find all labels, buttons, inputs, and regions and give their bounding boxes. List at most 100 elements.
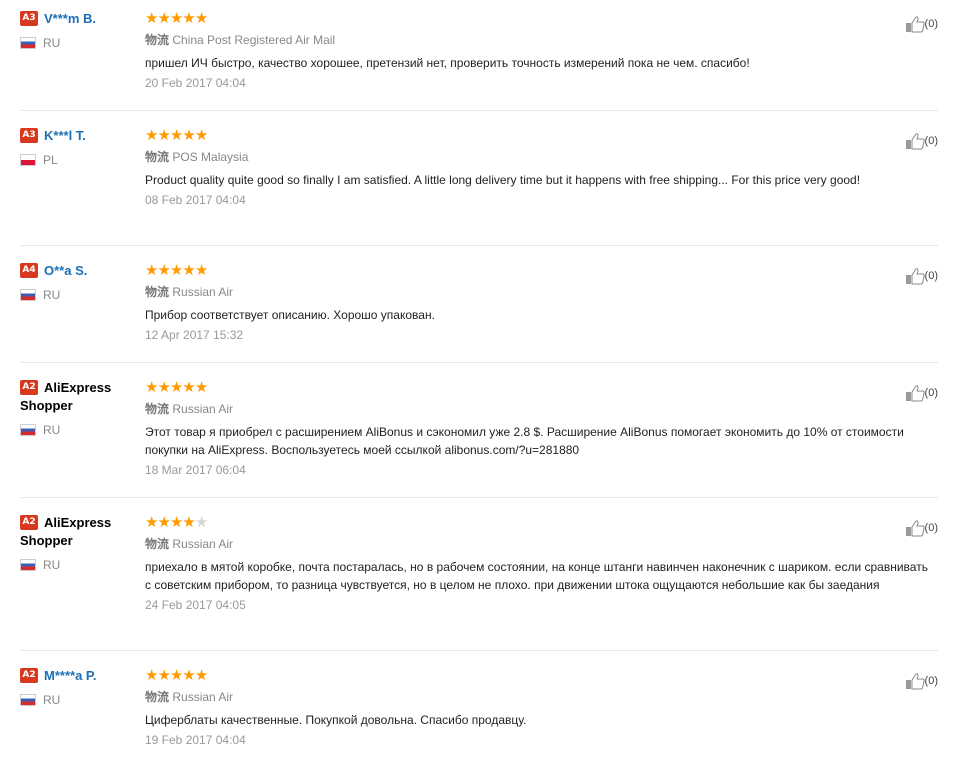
country-code: RU	[43, 35, 61, 50]
star-filled-icon: ★	[157, 126, 171, 144]
review-body: ★★★★★ 物流 Russian Air Прибор соответствуе…	[145, 262, 935, 343]
buyer-level-badge: A2	[20, 668, 38, 683]
review-body: ★★★★★ 物流 Russian Air Этот товар я приобр…	[145, 378, 935, 478]
star-filled-icon: ★	[182, 9, 196, 27]
logistics-label: 物流	[145, 402, 170, 416]
review-date: 24 Feb 2017 04:05	[145, 598, 246, 612]
star-rating: ★★★★★	[145, 262, 935, 278]
buyer-level-badge: A3	[20, 11, 38, 26]
star-filled-icon: ★	[157, 9, 171, 27]
star-filled-icon: ★	[145, 666, 159, 684]
review-item: A3 V***m B. RU ★★★★★ 物流 China Post Regist…	[20, 10, 938, 111]
reviewer-info: A3 K***l T. PL	[20, 127, 138, 167]
country-code: RU	[43, 557, 61, 572]
helpful-count: (0)	[924, 521, 938, 534]
review-text: Product quality quite good so finally I …	[145, 173, 861, 187]
helpful-count: (0)	[924, 269, 938, 282]
country-code: RU	[43, 422, 61, 437]
helpful-button[interactable]: (0)	[905, 267, 938, 285]
review-text: пришел ИЧ быстро, качество хорошее, прет…	[145, 56, 750, 70]
review-text: приехало в мятой коробке, почта постарал…	[145, 560, 928, 592]
star-filled-icon: ★	[145, 513, 159, 531]
reviewer-country: RU	[20, 34, 138, 50]
star-filled-icon: ★	[194, 378, 209, 396]
star-rating: ★★★★★	[145, 514, 935, 530]
star-filled-icon: ★	[169, 513, 184, 531]
review-text: Циферблаты качественные. Покупкой доволь…	[145, 713, 527, 727]
logistics-label: 物流	[145, 537, 170, 551]
helpful-count: (0)	[924, 17, 938, 30]
reviewer-name[interactable]: O**a S.	[44, 263, 87, 278]
helpful-button[interactable]: (0)	[905, 15, 938, 33]
shipping-carrier: Russian Air	[172, 537, 234, 551]
star-filled-icon: ★	[145, 261, 159, 279]
thumbs-up-icon	[905, 268, 925, 285]
russia-flag-icon	[20, 693, 36, 706]
review-item: A3 K***l T. PL ★★★★★ 物流 POS Malaysia Prod…	[20, 127, 938, 246]
review-date: 19 Feb 2017 04:04	[145, 733, 246, 747]
star-filled-icon: ★	[194, 261, 209, 279]
helpful-button[interactable]: (0)	[905, 519, 938, 537]
star-filled-icon: ★	[157, 666, 171, 684]
shipping-carrier: POS Malaysia	[172, 150, 249, 164]
review-body: ★★★★★ 物流 China Post Registered Air Mail …	[145, 10, 935, 91]
helpful-button[interactable]: (0)	[905, 672, 938, 690]
shipping-method: 物流 Russian Air	[145, 535, 935, 552]
country-code: RU	[43, 287, 61, 302]
helpful-count: (0)	[924, 674, 938, 687]
helpful-button[interactable]: (0)	[905, 384, 938, 402]
reviewer-country: RU	[20, 421, 138, 437]
review-item: A2 AliExpress Shopper RU ★★★★★ 物流 Russian…	[20, 514, 938, 651]
reviewer-country: RU	[20, 691, 138, 707]
buyer-level-badge: A2	[20, 515, 38, 530]
review-text: Прибор соответствует описанию. Хорошо уп…	[145, 308, 435, 322]
review-body: ★★★★★ 物流 POS Malaysia Product quality qu…	[145, 127, 935, 208]
review-item: A4 O**a S. RU ★★★★★ 物流 Russian Air Прибор…	[20, 262, 938, 363]
shipping-method: 物流 Russian Air	[145, 400, 935, 417]
thumbs-up-icon	[905, 133, 925, 150]
star-filled-icon: ★	[194, 126, 209, 144]
shipping-carrier: Russian Air	[172, 690, 234, 704]
star-filled-icon: ★	[182, 126, 196, 144]
thumbs-up-icon	[905, 673, 925, 690]
star-filled-icon: ★	[169, 9, 184, 27]
star-filled-icon: ★	[157, 261, 171, 279]
buyer-level-badge: A2	[20, 380, 38, 395]
russia-flag-icon	[20, 558, 36, 571]
logistics-label: 物流	[145, 33, 170, 47]
star-filled-icon: ★	[157, 378, 171, 396]
shipping-method: 物流 China Post Registered Air Mail	[145, 31, 935, 48]
reviewer-info: A3 V***m B. RU	[20, 10, 138, 50]
helpful-count: (0)	[924, 386, 938, 399]
star-filled-icon: ★	[182, 666, 196, 684]
logistics-label: 物流	[145, 150, 170, 164]
reviewer-country: RU	[20, 286, 138, 302]
review-item: A2 AliExpress Shopper RU ★★★★★ 物流 Russian…	[20, 379, 938, 498]
star-rating: ★★★★★	[145, 127, 935, 143]
shipping-carrier: Russian Air	[172, 285, 234, 299]
reviewer-info: A2 M****a P. RU	[20, 667, 138, 707]
review-body: ★★★★★ 物流 Russian Air Циферблаты качестве…	[145, 666, 935, 748]
star-filled-icon: ★	[194, 9, 209, 27]
review-date: 12 Apr 2017 15:32	[145, 328, 244, 342]
shipping-carrier: Russian Air	[172, 402, 234, 416]
logistics-label: 物流	[145, 690, 170, 704]
country-code: RU	[43, 692, 61, 707]
reviewer-name[interactable]: V***m B.	[44, 11, 96, 26]
star-rating: ★★★★★	[145, 10, 935, 26]
shipping-method: 物流 Russian Air	[145, 283, 935, 300]
reviewer-info: A2 AliExpress Shopper RU	[20, 379, 138, 437]
helpful-button[interactable]: (0)	[905, 132, 938, 150]
reviewer-name[interactable]: K***l T.	[44, 128, 86, 143]
review-text: Этот товар я приобрел с расширением AliB…	[145, 425, 904, 457]
poland-flag-icon	[20, 153, 36, 166]
reviewer-name[interactable]: M****a P.	[44, 668, 97, 683]
star-empty-icon: ★	[194, 513, 209, 531]
thumbs-up-icon	[905, 385, 925, 402]
star-filled-icon: ★	[182, 378, 196, 396]
shipping-method: 物流 Russian Air	[145, 688, 935, 705]
reviewer-info: A4 O**a S. RU	[20, 262, 138, 302]
star-filled-icon: ★	[182, 261, 196, 279]
russia-flag-icon	[20, 288, 36, 301]
buyer-level-badge: A4	[20, 263, 38, 278]
